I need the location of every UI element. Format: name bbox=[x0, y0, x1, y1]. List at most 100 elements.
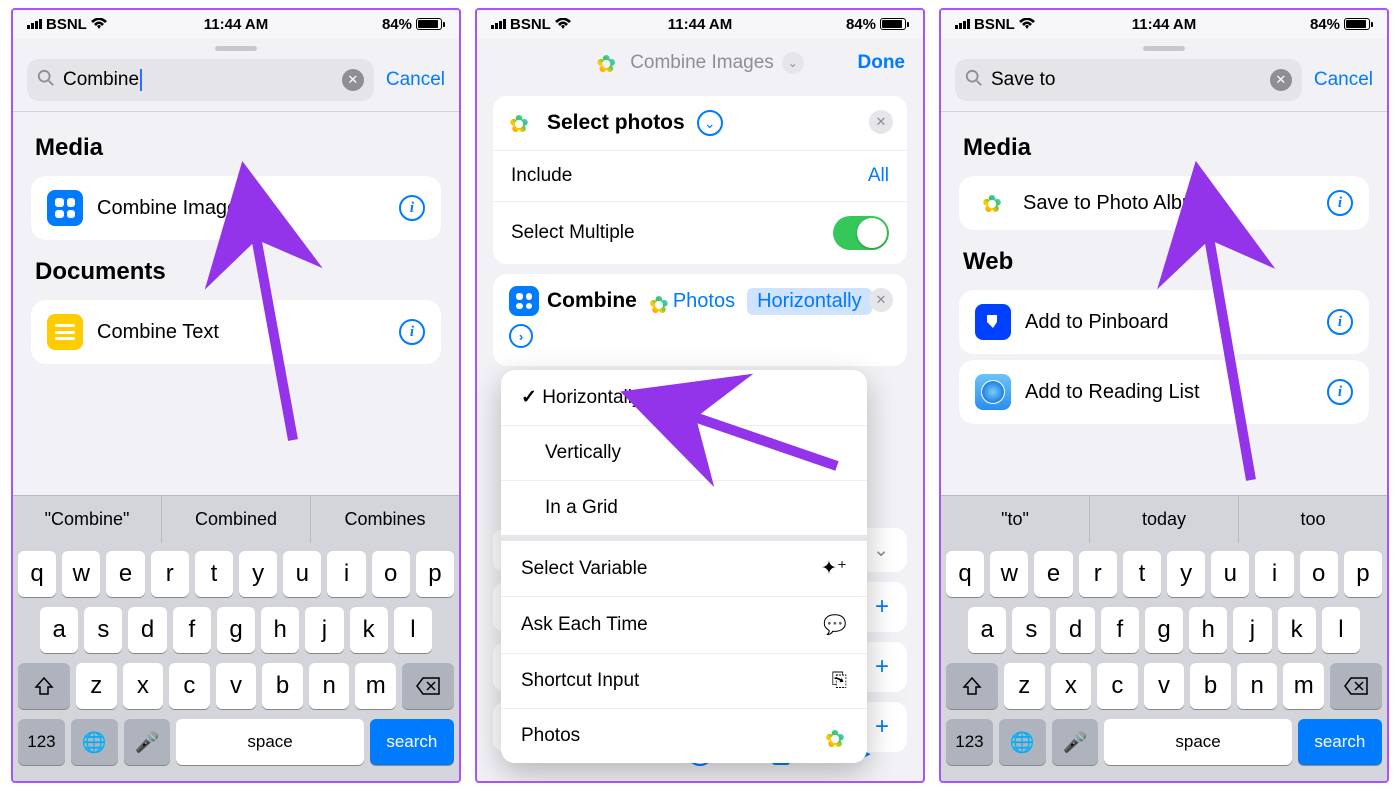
suggestion[interactable]: "to" bbox=[941, 496, 1089, 543]
key-g[interactable]: g bbox=[1145, 607, 1183, 653]
sheet-grabber[interactable] bbox=[1143, 46, 1185, 51]
result-combine-images[interactable]: Combine Images i bbox=[31, 176, 441, 240]
include-row[interactable]: Include All bbox=[493, 150, 907, 201]
key-space[interactable]: space bbox=[1104, 719, 1291, 765]
key-n[interactable]: n bbox=[1237, 663, 1278, 709]
key-shift[interactable] bbox=[946, 663, 998, 709]
key-l[interactable]: l bbox=[394, 607, 432, 653]
key-s[interactable]: s bbox=[1012, 607, 1050, 653]
key-l[interactable]: l bbox=[1322, 607, 1360, 653]
key-y[interactable]: y bbox=[239, 551, 277, 597]
key-k[interactable]: k bbox=[1278, 607, 1316, 653]
key-dictation[interactable]: 🎤 bbox=[1052, 719, 1099, 765]
suggestion[interactable]: Combined bbox=[161, 496, 310, 543]
cancel-button[interactable]: Cancel bbox=[386, 69, 445, 91]
sheet-grabber[interactable] bbox=[215, 46, 257, 51]
key-e[interactable]: e bbox=[1034, 551, 1072, 597]
key-space[interactable]: space bbox=[176, 719, 363, 765]
result-combine-text[interactable]: Combine Text i bbox=[31, 300, 441, 364]
key-t[interactable]: t bbox=[1123, 551, 1161, 597]
key-u[interactable]: u bbox=[1211, 551, 1249, 597]
suggestion[interactable]: today bbox=[1089, 496, 1238, 543]
key-r[interactable]: r bbox=[151, 551, 189, 597]
key-f[interactable]: f bbox=[173, 607, 211, 653]
key-backspace[interactable] bbox=[1330, 663, 1382, 709]
info-button[interactable]: i bbox=[399, 319, 425, 345]
option-shortcut-input[interactable]: Shortcut Input⎘ bbox=[501, 654, 867, 709]
delete-action-button[interactable]: ✕ bbox=[869, 110, 893, 134]
key-o[interactable]: o bbox=[372, 551, 410, 597]
key-d[interactable]: d bbox=[1056, 607, 1094, 653]
key-globe[interactable]: 🌐 bbox=[71, 719, 118, 765]
cancel-button[interactable]: Cancel bbox=[1314, 69, 1373, 91]
key-t[interactable]: t bbox=[195, 551, 233, 597]
key-z[interactable]: z bbox=[76, 663, 117, 709]
key-w[interactable]: w bbox=[62, 551, 100, 597]
clear-search-button[interactable]: ✕ bbox=[1270, 69, 1292, 91]
key-a[interactable]: a bbox=[968, 607, 1006, 653]
option-ask-each-time[interactable]: Ask Each Time💬 bbox=[501, 597, 867, 654]
suggestion[interactable]: too bbox=[1238, 496, 1387, 543]
key-i[interactable]: i bbox=[1255, 551, 1293, 597]
option-select-variable[interactable]: Select Variable✦⁺ bbox=[501, 541, 867, 597]
key-o[interactable]: o bbox=[1300, 551, 1338, 597]
key-j[interactable]: j bbox=[1233, 607, 1271, 653]
key-m[interactable]: m bbox=[355, 663, 396, 709]
result-add-to-pinboard[interactable]: Add to Pinboard i bbox=[959, 290, 1369, 354]
keyboard[interactable]: qwertyuiop asdfghjkl zxcvbnm 123🌐🎤spaces… bbox=[13, 543, 459, 781]
select-multiple-toggle[interactable] bbox=[833, 216, 889, 250]
key-123[interactable]: 123 bbox=[18, 719, 65, 765]
key-i[interactable]: i bbox=[327, 551, 365, 597]
key-g[interactable]: g bbox=[217, 607, 255, 653]
key-b[interactable]: b bbox=[1190, 663, 1231, 709]
key-v[interactable]: v bbox=[1144, 663, 1185, 709]
key-e[interactable]: e bbox=[106, 551, 144, 597]
key-u[interactable]: u bbox=[283, 551, 321, 597]
key-b[interactable]: b bbox=[262, 663, 303, 709]
key-z[interactable]: z bbox=[1004, 663, 1045, 709]
delete-action-button[interactable]: ✕ bbox=[869, 288, 893, 312]
key-x[interactable]: x bbox=[1051, 663, 1092, 709]
key-c[interactable]: c bbox=[169, 663, 210, 709]
key-h[interactable]: h bbox=[261, 607, 299, 653]
info-button[interactable]: i bbox=[1327, 190, 1353, 216]
key-a[interactable]: a bbox=[40, 607, 78, 653]
expand-button[interactable]: › bbox=[509, 324, 533, 348]
option-horizontally[interactable]: ✓ Horizontally bbox=[501, 370, 867, 426]
result-save-to-photo-album[interactable]: Save to Photo Album i bbox=[959, 176, 1369, 230]
info-button[interactable]: i bbox=[1327, 309, 1353, 335]
key-h[interactable]: h bbox=[1189, 607, 1227, 653]
info-button[interactable]: i bbox=[1327, 379, 1353, 405]
keyboard[interactable]: qwertyuiop asdfghjkl zxcvbnm 123🌐🎤spaces… bbox=[941, 543, 1387, 781]
option-photos[interactable]: Photos bbox=[501, 709, 867, 763]
search-input[interactable]: Save to ✕ bbox=[955, 59, 1302, 101]
key-q[interactable]: q bbox=[18, 551, 56, 597]
clear-search-button[interactable]: ✕ bbox=[342, 69, 364, 91]
source-variable[interactable]: Photos bbox=[645, 290, 739, 313]
key-s[interactable]: s bbox=[84, 607, 122, 653]
suggestion[interactable]: Combines bbox=[310, 496, 459, 543]
key-q[interactable]: q bbox=[946, 551, 984, 597]
key-dictation[interactable]: 🎤 bbox=[124, 719, 171, 765]
shortcut-title[interactable]: Combine Images ⌄ bbox=[596, 50, 804, 76]
suggestion[interactable]: "Combine" bbox=[13, 496, 161, 543]
key-p[interactable]: p bbox=[1344, 551, 1382, 597]
key-w[interactable]: w bbox=[990, 551, 1028, 597]
info-button[interactable]: i bbox=[399, 195, 425, 221]
key-123[interactable]: 123 bbox=[946, 719, 993, 765]
mode-selector[interactable]: Horizontally bbox=[747, 288, 871, 315]
option-vertically[interactable]: Vertically bbox=[501, 426, 867, 481]
key-shift[interactable] bbox=[18, 663, 70, 709]
key-v[interactable]: v bbox=[216, 663, 257, 709]
option-grid[interactable]: In a Grid bbox=[501, 481, 867, 541]
collapse-button[interactable]: ⌄ bbox=[697, 110, 723, 136]
key-y[interactable]: y bbox=[1167, 551, 1205, 597]
key-p[interactable]: p bbox=[416, 551, 454, 597]
key-f[interactable]: f bbox=[1101, 607, 1139, 653]
key-x[interactable]: x bbox=[123, 663, 164, 709]
key-d[interactable]: d bbox=[128, 607, 166, 653]
key-r[interactable]: r bbox=[1079, 551, 1117, 597]
key-search[interactable]: search bbox=[1298, 719, 1382, 765]
key-m[interactable]: m bbox=[1283, 663, 1324, 709]
key-backspace[interactable] bbox=[402, 663, 454, 709]
